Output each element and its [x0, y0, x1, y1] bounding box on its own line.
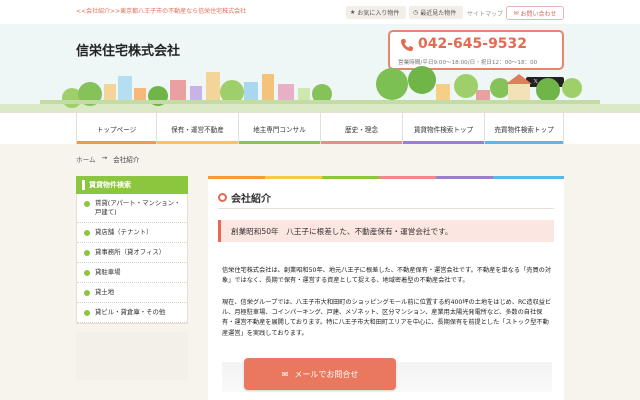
favorites-button[interactable]: ★ お気に入り物件	[346, 6, 406, 19]
contact-label: お問い合わせ	[520, 10, 557, 18]
sidebar-item-land[interactable]: 貸土地	[77, 283, 187, 303]
sidebar-item-office[interactable]: 貸事務所（貸オフィス）	[77, 243, 187, 263]
clock-icon: ◷	[413, 9, 419, 16]
sidebar-item-parking[interactable]: 貸駐車場	[77, 263, 187, 283]
title-divider	[218, 208, 554, 209]
phone-number: 042-645-9532	[418, 36, 528, 52]
nav-item-top[interactable]: トップページ	[76, 113, 156, 144]
sidebar: 賃貸物件検索 賃貸(アパート・マンション・戸建て) 貸店舗（テナント） 貸事務所…	[76, 176, 188, 380]
favorites-label: お気に入り物件	[357, 10, 400, 17]
circle-icon	[218, 193, 227, 202]
mail-icon: ✉	[513, 9, 519, 17]
phone-icon	[401, 39, 413, 51]
star-icon: ★	[350, 9, 356, 16]
header: 信栄住宅株式会社 042-645-9532 営業時間/平日9:00～18:00/…	[0, 24, 640, 112]
mail-contact-label: メールでお問合せ	[294, 369, 359, 379]
sidebar-item-store[interactable]: 貸店舗（テナント）	[77, 223, 187, 243]
site-tagline: <<会社紹介>>東京都八王子市の不動産なら信栄住宅株式会社	[76, 8, 247, 15]
page-title: 会社紹介	[218, 190, 271, 205]
nav-item-properties[interactable]: 保有・運営不動産	[156, 113, 238, 144]
breadcrumb: ホーム → 会社紹介	[76, 154, 140, 164]
sitemap-link[interactable]: サイトマップ	[467, 9, 503, 18]
nav-item-sale-search[interactable]: 売買物件検索トップ	[484, 113, 564, 144]
mail-contact-button[interactable]: ✉ メールでお問合せ	[244, 358, 396, 390]
recent-button[interactable]: ◷ 最近見た物件	[409, 6, 463, 19]
sidebar-item-other[interactable]: 貸ビル・貸倉庫・その他	[77, 303, 187, 323]
color-stripe	[208, 176, 564, 179]
group-paragraph: 現在、信栄グループでは、八王子市大和田町のショッピングモール前に位置する約400…	[222, 299, 552, 337]
intro-paragraph: 信栄住宅株式会社は、創業昭和50年、地元八王子に根差した、不動産保有・運営会社で…	[222, 267, 552, 285]
sidebar-item-residential[interactable]: 賃貸(アパート・マンション・戸建て)	[77, 194, 187, 223]
breadcrumb-home[interactable]: ホーム	[76, 154, 96, 164]
catch-copy: 創業昭和50年 八王子に根差した、不動産保有・運営会社です。	[218, 220, 554, 242]
page-title-text: 会社紹介	[231, 194, 271, 205]
breadcrumb-current: 会社紹介	[113, 156, 140, 164]
global-nav: トップページ 保有・運営不動産 地主専門コンサル 歴史・理念 賃貸物件検索トップ…	[0, 112, 640, 144]
sidebar-list: 賃貸(アパート・マンション・戸建て) 貸店舗（テナント） 貸事務所（貸オフィス）…	[76, 194, 188, 324]
heading-bar-icon	[82, 180, 85, 190]
nav-item-history[interactable]: 歴史・理念	[320, 113, 402, 144]
town-illustration	[0, 66, 640, 112]
breadcrumb-separator: →	[101, 154, 108, 162]
recent-label: 最近見た物件	[420, 10, 457, 17]
contact-link[interactable]: ✉ お問い合わせ	[506, 6, 564, 20]
envelope-icon: ✉	[281, 369, 289, 379]
nav-item-consulting[interactable]: 地主専門コンサル	[238, 113, 320, 144]
top-strip: <<会社紹介>>東京都八王子市の不動産なら信栄住宅株式会社 ★ お気に入り物件 …	[0, 0, 640, 24]
sidebar-heading-label: 賃貸物件検索	[89, 181, 131, 189]
sidebar-faded-section	[76, 331, 188, 380]
sidebar-heading: 賃貸物件検索	[76, 176, 188, 194]
nav-item-rental-search[interactable]: 賃貸物件検索トップ	[402, 113, 484, 144]
